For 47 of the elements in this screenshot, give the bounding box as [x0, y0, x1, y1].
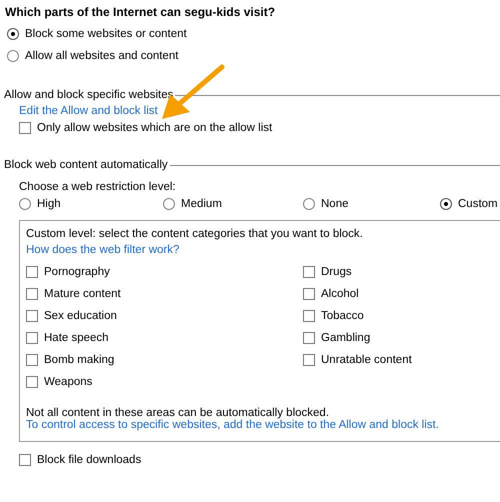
edit-list-link[interactable]: Edit the Allow and block list [19, 105, 158, 117]
category-option[interactable]: Gambling [303, 331, 370, 345]
checkbox[interactable] [26, 354, 38, 366]
restriction-level-option[interactable]: Medium [163, 198, 222, 210]
restriction-level-option[interactable]: None [303, 198, 348, 210]
allow-list-only-option[interactable]: Only allow websites which are on the allow list [19, 122, 272, 134]
category-option[interactable]: Unratable content [303, 353, 412, 367]
checkbox[interactable] [26, 376, 38, 388]
restriction-level-option[interactable]: Custom [440, 198, 498, 210]
note-text: Not all content in these areas can be automatically blocked. [26, 407, 330, 419]
checkbox[interactable] [303, 310, 315, 322]
checkbox[interactable] [19, 454, 31, 466]
block-downloads-option[interactable]: Block file downloads [19, 454, 142, 466]
checkbox[interactable] [26, 288, 38, 300]
checkbox[interactable] [19, 122, 31, 134]
section-title: Block web content automatically [4, 159, 168, 171]
radio-button[interactable] [440, 198, 452, 210]
category-option[interactable]: Hate speech [26, 331, 109, 345]
prompt-text: Choose a web restriction level: [19, 181, 177, 193]
checkbox[interactable] [26, 332, 38, 344]
access-option[interactable]: Block some websites or content [7, 28, 500, 40]
radio-button[interactable] [7, 28, 19, 40]
category-option[interactable]: Drugs [303, 265, 352, 279]
checkbox[interactable] [303, 288, 315, 300]
checkbox[interactable] [26, 266, 38, 278]
intro-text: Custom level: select the content categories that you want to block. [26, 228, 363, 240]
category-option[interactable]: Mature content [26, 287, 121, 301]
radio-button[interactable] [303, 198, 315, 210]
checkbox[interactable] [303, 266, 315, 278]
section-title: Allow and block specific websites [4, 89, 174, 101]
heading: Which parts of the Internet can segu-kids visit? [4, 4, 276, 19]
category-option[interactable]: Alcohol [303, 287, 359, 301]
access-option[interactable]: Allow all websites and content [7, 50, 500, 62]
restriction-level-option[interactable]: High [19, 198, 61, 210]
help-link[interactable]: How does the web filter work? [26, 244, 180, 256]
checkbox[interactable] [26, 310, 38, 322]
category-option[interactable]: Pornography [26, 265, 110, 279]
checkbox[interactable] [303, 354, 315, 366]
checkbox[interactable] [303, 332, 315, 344]
allow-block-link[interactable]: To control access to specific websites, add the website to the Allow and block list. [26, 419, 439, 431]
category-option[interactable]: Tobacco [303, 309, 364, 323]
category-option[interactable]: Sex education [26, 309, 117, 323]
category-option[interactable]: Weapons [26, 375, 92, 389]
radio-button[interactable] [19, 198, 31, 210]
radio-button[interactable] [7, 50, 19, 62]
category-option[interactable]: Bomb making [26, 353, 114, 367]
radio-button[interactable] [163, 198, 175, 210]
